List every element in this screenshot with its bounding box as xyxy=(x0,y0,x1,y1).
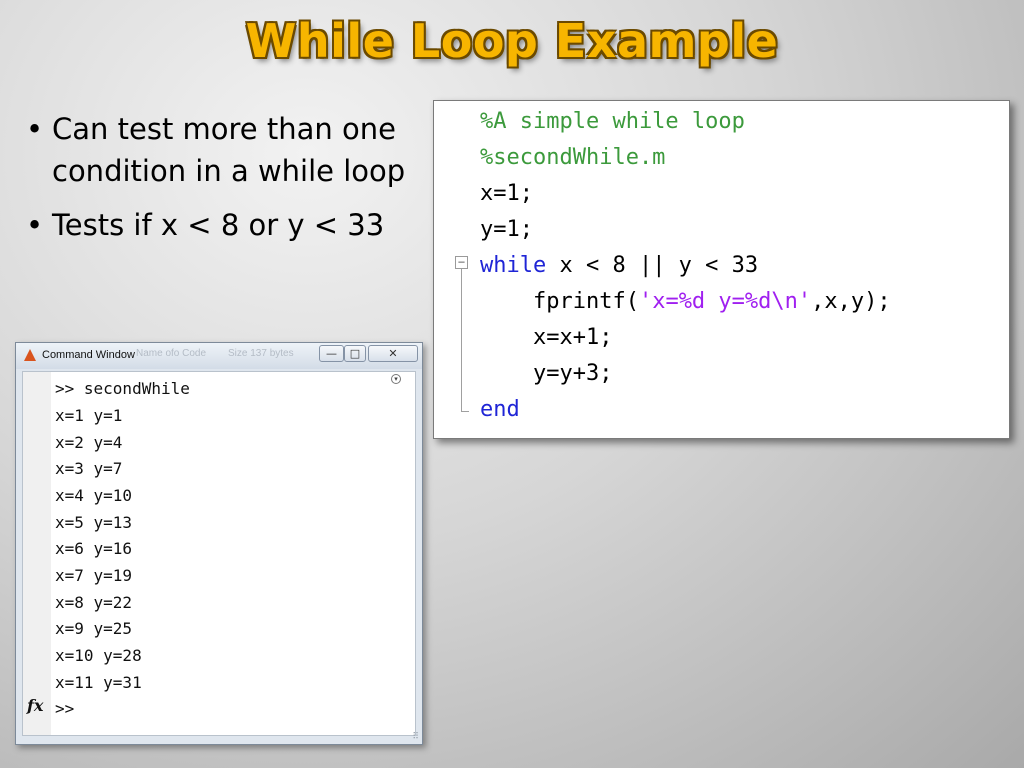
command-window-title: Command Window xyxy=(42,349,135,361)
code-line-increment-y: y=y+3; xyxy=(480,361,613,386)
while-condition: x < 8 || y < 33 xyxy=(546,253,759,278)
command-window: Command Window Name ofo Code Size 137 by… xyxy=(15,342,423,745)
background-ghost-text: Size 137 bytes xyxy=(228,348,294,359)
code-fold-guide xyxy=(461,269,462,411)
fprintf-call: fprintf( xyxy=(480,289,639,314)
matlab-logo-icon xyxy=(24,349,36,361)
console-line: x=11 y=31 xyxy=(55,673,142,692)
console-line: x=2 y=4 xyxy=(55,433,123,452)
options-dropdown-icon[interactable]: ▾ xyxy=(391,374,401,384)
while-keyword: while xyxy=(480,253,547,278)
console-line: x=4 y=10 xyxy=(55,486,133,505)
console-line: x=10 y=28 xyxy=(55,646,142,665)
console-prompt[interactable]: >> xyxy=(55,696,74,722)
bullet-dot: • xyxy=(26,208,44,242)
code-comment-line: %A simple while loop xyxy=(480,109,745,134)
minimize-button[interactable]: — xyxy=(319,345,344,362)
code-line-fprintf: fprintf('x=%d y=%d\n',x,y); xyxy=(480,284,891,320)
code-line-increment-x: x=x+1; xyxy=(480,325,613,350)
bullet-item: • Can test more than one condition in a w… xyxy=(26,108,416,192)
bullet-text: Can test more than one condition in a wh… xyxy=(52,112,406,188)
code-fold-collapse-icon[interactable]: − xyxy=(455,256,468,269)
function-browser-icon[interactable]: fx xyxy=(27,696,43,715)
bullet-text: Tests if x < 8 or y < 33 xyxy=(52,208,385,242)
command-window-output[interactable]: >> secondWhile x=1 y=1 x=2 y=4 x=3 y=7 x… xyxy=(22,371,416,736)
bullet-dot: • xyxy=(26,112,44,146)
console-line: >> secondWhile xyxy=(55,379,190,398)
bullet-item: • Tests if x < 8 or y < 33 xyxy=(26,204,416,246)
resize-grip-icon[interactable]: ⠿ xyxy=(412,732,419,742)
code-line-end: end xyxy=(480,397,520,422)
code-comment-line: %secondWhile.m xyxy=(480,145,666,170)
maximize-button[interactable]: □ xyxy=(344,345,366,362)
command-window-gutter xyxy=(23,372,51,735)
code-fold-guide-end xyxy=(461,411,469,412)
console-line: x=7 y=19 xyxy=(55,566,133,585)
slide-title: While Loop Example xyxy=(245,14,779,68)
console-line: x=9 y=25 xyxy=(55,619,133,638)
console-line: x=8 y=22 xyxy=(55,593,133,612)
bullet-list: • Can test more than one condition in a w… xyxy=(26,108,416,258)
code-line-x-init: x=1; xyxy=(480,181,533,206)
console-line: x=3 y=7 xyxy=(55,459,123,478)
background-ghost-text: Name ofo Code xyxy=(136,348,207,359)
console-line: x=1 y=1 xyxy=(55,406,123,425)
code-line-y-init: y=1; xyxy=(480,217,533,242)
command-window-titlebar[interactable]: Command Window Name ofo Code Size 137 by… xyxy=(16,343,422,369)
fprintf-args: ,x,y); xyxy=(811,289,891,314)
fprintf-format-string: 'x=%d y=%d\n' xyxy=(638,289,812,314)
console-line: x=5 y=13 xyxy=(55,513,133,532)
console-line: x=6 y=16 xyxy=(55,539,133,558)
code-editor-panel: %A simple while loop %secondWhile.m x=1;… xyxy=(433,100,1010,439)
close-button[interactable]: ✕ xyxy=(368,345,418,362)
code-line-while: while x < 8 || y < 33 xyxy=(480,248,758,284)
